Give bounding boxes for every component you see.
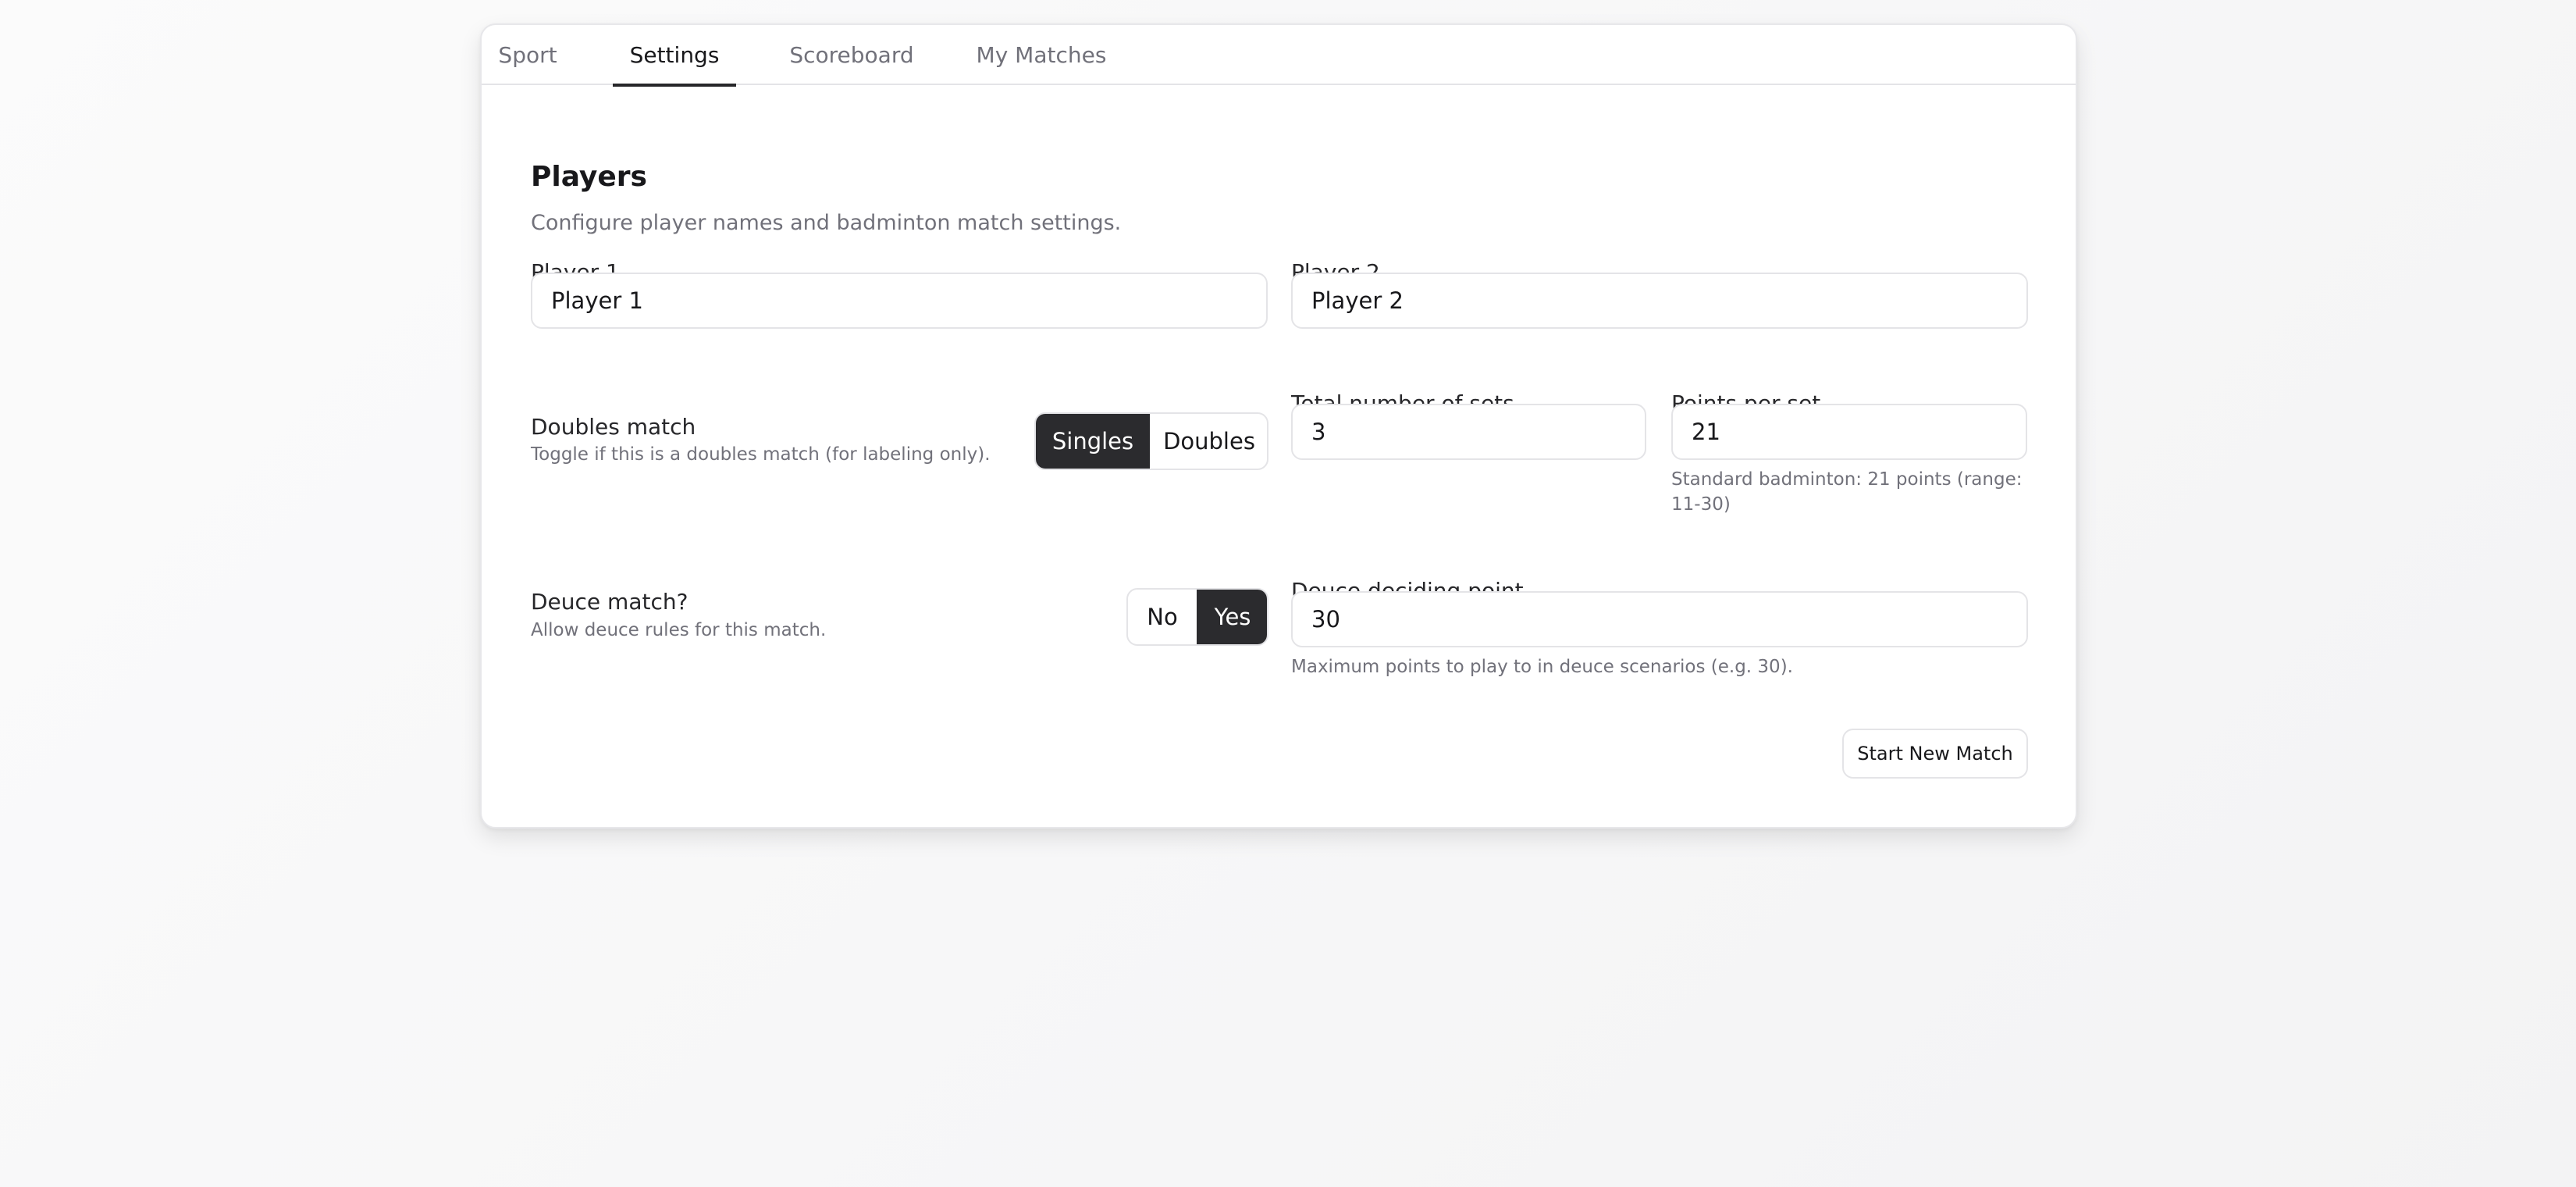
- deuce-no-option[interactable]: No: [1128, 590, 1197, 644]
- doubles-description: Toggle if this is a doubles match (for l…: [531, 444, 991, 465]
- settings-card: Sport Settings Scoreboard My Matches Pla…: [480, 23, 2077, 829]
- deuce-point-hint: Maximum points to play to in deuce scena…: [1291, 657, 1793, 677]
- doubles-toggle: Singles Doubles: [1034, 412, 1268, 470]
- player1-input[interactable]: [531, 273, 1268, 329]
- tab-settings[interactable]: Settings: [613, 25, 736, 87]
- deuce-label: Deuce match?: [531, 589, 688, 615]
- doubles-option[interactable]: Doubles: [1150, 414, 1267, 469]
- tab-scoreboard[interactable]: Scoreboard: [789, 25, 913, 85]
- section-title: Players: [531, 161, 647, 193]
- points-hint: Standard badminton: 21 points (range: 11…: [1671, 469, 2023, 515]
- doubles-label: Doubles match: [531, 414, 696, 440]
- sets-input[interactable]: [1291, 404, 1646, 460]
- singles-option[interactable]: Singles: [1036, 414, 1150, 469]
- points-input[interactable]: [1671, 404, 2027, 460]
- section-description: Configure player names and badminton mat…: [531, 211, 1122, 235]
- deuce-yes-option[interactable]: Yes: [1197, 590, 1267, 644]
- deuce-description: Allow deuce rules for this match.: [531, 620, 827, 640]
- tab-sport[interactable]: Sport: [498, 25, 557, 85]
- start-new-match-button[interactable]: Start New Match: [1842, 729, 2028, 779]
- player2-input[interactable]: [1291, 273, 2028, 329]
- tab-bar: Sport Settings Scoreboard My Matches: [482, 25, 2076, 87]
- tab-my-matches[interactable]: My Matches: [975, 25, 1108, 85]
- deuce-toggle: No Yes: [1126, 588, 1268, 646]
- deuce-point-input[interactable]: [1291, 591, 2028, 647]
